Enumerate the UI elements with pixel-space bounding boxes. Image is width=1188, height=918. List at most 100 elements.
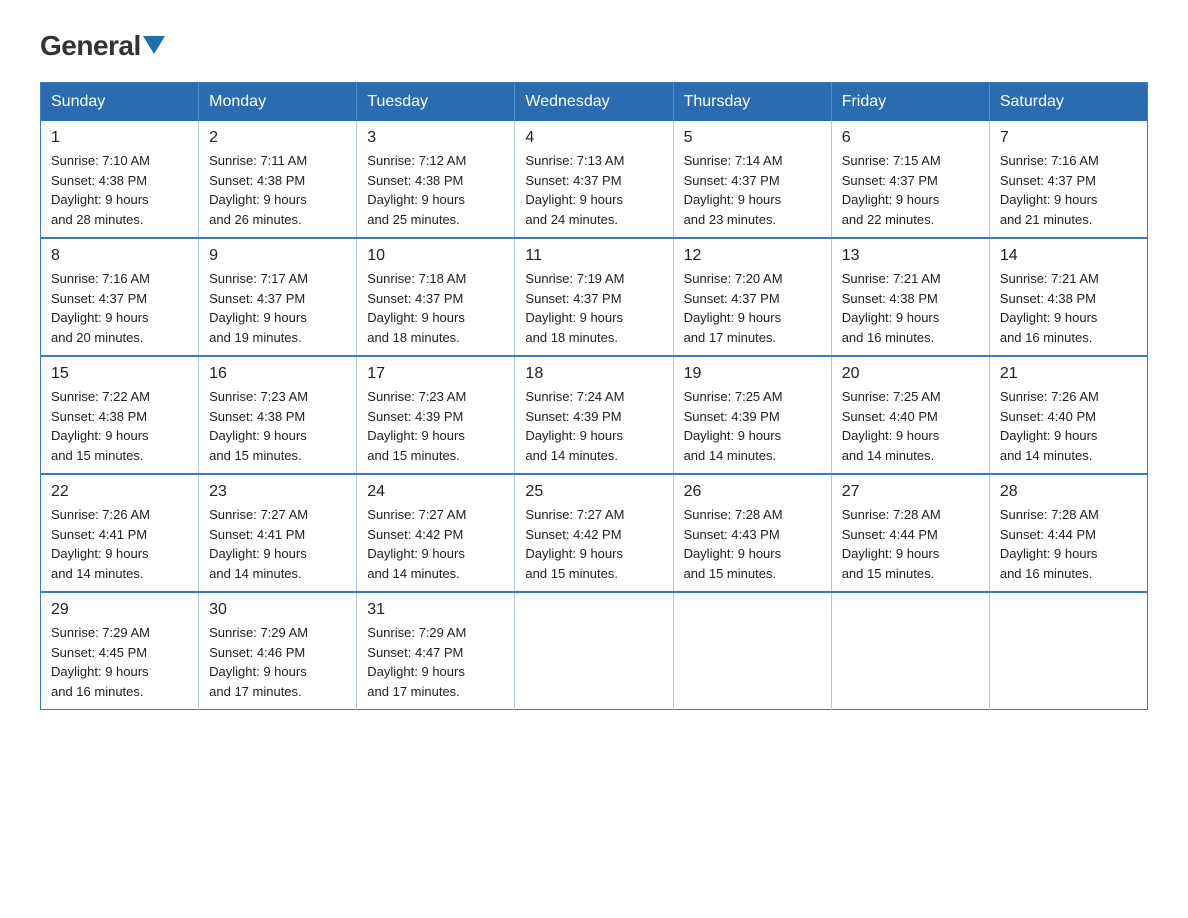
day-info: Sunrise: 7:29 AMSunset: 4:47 PMDaylight:… <box>367 623 504 701</box>
calendar-cell: 11Sunrise: 7:19 AMSunset: 4:37 PMDayligh… <box>515 238 673 356</box>
day-info: Sunrise: 7:27 AMSunset: 4:42 PMDaylight:… <box>367 505 504 583</box>
day-info: Sunrise: 7:16 AMSunset: 4:37 PMDaylight:… <box>1000 151 1137 229</box>
calendar-cell: 24 Sunrise: 7:27 AMSunset: 4:42 PMDayligh… <box>357 474 515 592</box>
calendar-cell: 15 Sunrise: 7:22 AMSunset: 4:38 PMDayligh… <box>41 356 199 474</box>
logo-general-text: General <box>40 30 141 62</box>
calendar-cell: 6 Sunrise: 7:15 AMSunset: 4:37 PMDaylight… <box>831 121 989 238</box>
day-number: 14 <box>1000 247 1137 265</box>
calendar-cell: 21Sunrise: 7:26 AMSunset: 4:40 PMDayligh… <box>989 356 1147 474</box>
day-number: 6 <box>842 129 979 147</box>
day-info: Sunrise: 7:28 AMSunset: 4:44 PMDaylight:… <box>1000 505 1137 583</box>
day-number: 4 <box>525 129 662 147</box>
day-info: Sunrise: 7:26 AMSunset: 4:41 PMDaylight:… <box>51 505 188 583</box>
calendar-cell: 14 Sunrise: 7:21 AMSunset: 4:38 PMDayligh… <box>989 238 1147 356</box>
calendar-week-row: 1 Sunrise: 7:10 AMSunset: 4:38 PMDaylight… <box>41 121 1148 238</box>
day-number: 16 <box>209 365 346 383</box>
day-number: 26 <box>684 483 821 501</box>
calendar-cell <box>831 592 989 710</box>
day-info: Sunrise: 7:27 AMSunset: 4:42 PMDaylight:… <box>525 505 662 583</box>
calendar-cell: 30 Sunrise: 7:29 AMSunset: 4:46 PMDayligh… <box>199 592 357 710</box>
day-info: Sunrise: 7:25 AMSunset: 4:40 PMDaylight:… <box>842 387 979 465</box>
day-number: 8 <box>51 247 188 265</box>
day-number: 24 <box>367 483 504 501</box>
day-info: Sunrise: 7:14 AMSunset: 4:37 PMDaylight:… <box>684 151 821 229</box>
day-info: Sunrise: 7:15 AMSunset: 4:37 PMDaylight:… <box>842 151 979 229</box>
day-info: Sunrise: 7:20 AMSunset: 4:37 PMDaylight:… <box>684 269 821 347</box>
calendar-cell: 31Sunrise: 7:29 AMSunset: 4:47 PMDayligh… <box>357 592 515 710</box>
logo: General <box>40 30 165 62</box>
header-thursday: Thursday <box>673 83 831 122</box>
day-number: 28 <box>1000 483 1137 501</box>
day-number: 13 <box>842 247 979 265</box>
calendar-cell: 1 Sunrise: 7:10 AMSunset: 4:38 PMDaylight… <box>41 121 199 238</box>
day-info: Sunrise: 7:17 AMSunset: 4:37 PMDaylight:… <box>209 269 346 347</box>
calendar-table: SundayMondayTuesdayWednesdayThursdayFrid… <box>40 82 1148 710</box>
day-number: 23 <box>209 483 346 501</box>
day-number: 25 <box>525 483 662 501</box>
calendar-cell: 3 Sunrise: 7:12 AMSunset: 4:38 PMDaylight… <box>357 121 515 238</box>
day-number: 29 <box>51 601 188 619</box>
header-saturday: Saturday <box>989 83 1147 122</box>
header-monday: Monday <box>199 83 357 122</box>
calendar-cell: 8 Sunrise: 7:16 AMSunset: 4:37 PMDaylight… <box>41 238 199 356</box>
calendar-cell: 12Sunrise: 7:20 AMSunset: 4:37 PMDayligh… <box>673 238 831 356</box>
day-info: Sunrise: 7:21 AMSunset: 4:38 PMDaylight:… <box>842 269 979 347</box>
calendar-cell: 18 Sunrise: 7:24 AMSunset: 4:39 PMDayligh… <box>515 356 673 474</box>
day-info: Sunrise: 7:13 AMSunset: 4:37 PMDaylight:… <box>525 151 662 229</box>
calendar-cell: 17Sunrise: 7:23 AMSunset: 4:39 PMDayligh… <box>357 356 515 474</box>
day-info: Sunrise: 7:26 AMSunset: 4:40 PMDaylight:… <box>1000 387 1137 465</box>
calendar-cell: 20 Sunrise: 7:25 AMSunset: 4:40 PMDayligh… <box>831 356 989 474</box>
header-sunday: Sunday <box>41 83 199 122</box>
calendar-cell: 27 Sunrise: 7:28 AMSunset: 4:44 PMDayligh… <box>831 474 989 592</box>
calendar-cell: 9 Sunrise: 7:17 AMSunset: 4:37 PMDaylight… <box>199 238 357 356</box>
day-info: Sunrise: 7:25 AMSunset: 4:39 PMDaylight:… <box>684 387 821 465</box>
day-info: Sunrise: 7:10 AMSunset: 4:38 PMDaylight:… <box>51 151 188 229</box>
day-number: 19 <box>684 365 821 383</box>
day-number: 11 <box>525 247 662 265</box>
calendar-cell: 22 Sunrise: 7:26 AMSunset: 4:41 PMDayligh… <box>41 474 199 592</box>
logo-arrow-icon <box>143 36 165 58</box>
day-info: Sunrise: 7:24 AMSunset: 4:39 PMDaylight:… <box>525 387 662 465</box>
day-number: 17 <box>367 365 504 383</box>
day-number: 30 <box>209 601 346 619</box>
calendar-week-row: 8 Sunrise: 7:16 AMSunset: 4:37 PMDaylight… <box>41 238 1148 356</box>
calendar-week-row: 29 Sunrise: 7:29 AMSunset: 4:45 PMDayligh… <box>41 592 1148 710</box>
header-wednesday: Wednesday <box>515 83 673 122</box>
calendar-cell <box>989 592 1147 710</box>
day-number: 15 <box>51 365 188 383</box>
day-info: Sunrise: 7:22 AMSunset: 4:38 PMDaylight:… <box>51 387 188 465</box>
day-info: Sunrise: 7:18 AMSunset: 4:37 PMDaylight:… <box>367 269 504 347</box>
calendar-header-row: SundayMondayTuesdayWednesdayThursdayFrid… <box>41 83 1148 122</box>
day-number: 10 <box>367 247 504 265</box>
day-number: 1 <box>51 129 188 147</box>
header-friday: Friday <box>831 83 989 122</box>
day-number: 9 <box>209 247 346 265</box>
day-number: 3 <box>367 129 504 147</box>
day-info: Sunrise: 7:28 AMSunset: 4:44 PMDaylight:… <box>842 505 979 583</box>
day-info: Sunrise: 7:29 AMSunset: 4:46 PMDaylight:… <box>209 623 346 701</box>
calendar-cell: 16Sunrise: 7:23 AMSunset: 4:38 PMDayligh… <box>199 356 357 474</box>
calendar-cell <box>673 592 831 710</box>
calendar-cell: 29 Sunrise: 7:29 AMSunset: 4:45 PMDayligh… <box>41 592 199 710</box>
calendar-cell: 23Sunrise: 7:27 AMSunset: 4:41 PMDayligh… <box>199 474 357 592</box>
calendar-week-row: 15 Sunrise: 7:22 AMSunset: 4:38 PMDayligh… <box>41 356 1148 474</box>
calendar-cell: 7 Sunrise: 7:16 AMSunset: 4:37 PMDaylight… <box>989 121 1147 238</box>
day-info: Sunrise: 7:11 AMSunset: 4:38 PMDaylight:… <box>209 151 346 229</box>
header-tuesday: Tuesday <box>357 83 515 122</box>
day-info: Sunrise: 7:29 AMSunset: 4:45 PMDaylight:… <box>51 623 188 701</box>
day-number: 20 <box>842 365 979 383</box>
day-info: Sunrise: 7:21 AMSunset: 4:38 PMDaylight:… <box>1000 269 1137 347</box>
calendar-cell: 4 Sunrise: 7:13 AMSunset: 4:37 PMDaylight… <box>515 121 673 238</box>
calendar-cell <box>515 592 673 710</box>
day-number: 27 <box>842 483 979 501</box>
day-number: 7 <box>1000 129 1137 147</box>
calendar-week-row: 22 Sunrise: 7:26 AMSunset: 4:41 PMDayligh… <box>41 474 1148 592</box>
day-info: Sunrise: 7:16 AMSunset: 4:37 PMDaylight:… <box>51 269 188 347</box>
calendar-cell: 26Sunrise: 7:28 AMSunset: 4:43 PMDayligh… <box>673 474 831 592</box>
day-info: Sunrise: 7:12 AMSunset: 4:38 PMDaylight:… <box>367 151 504 229</box>
day-number: 18 <box>525 365 662 383</box>
calendar-cell: 25 Sunrise: 7:27 AMSunset: 4:42 PMDayligh… <box>515 474 673 592</box>
calendar-cell: 5Sunrise: 7:14 AMSunset: 4:37 PMDaylight… <box>673 121 831 238</box>
day-number: 22 <box>51 483 188 501</box>
page-header: General <box>40 30 1148 62</box>
